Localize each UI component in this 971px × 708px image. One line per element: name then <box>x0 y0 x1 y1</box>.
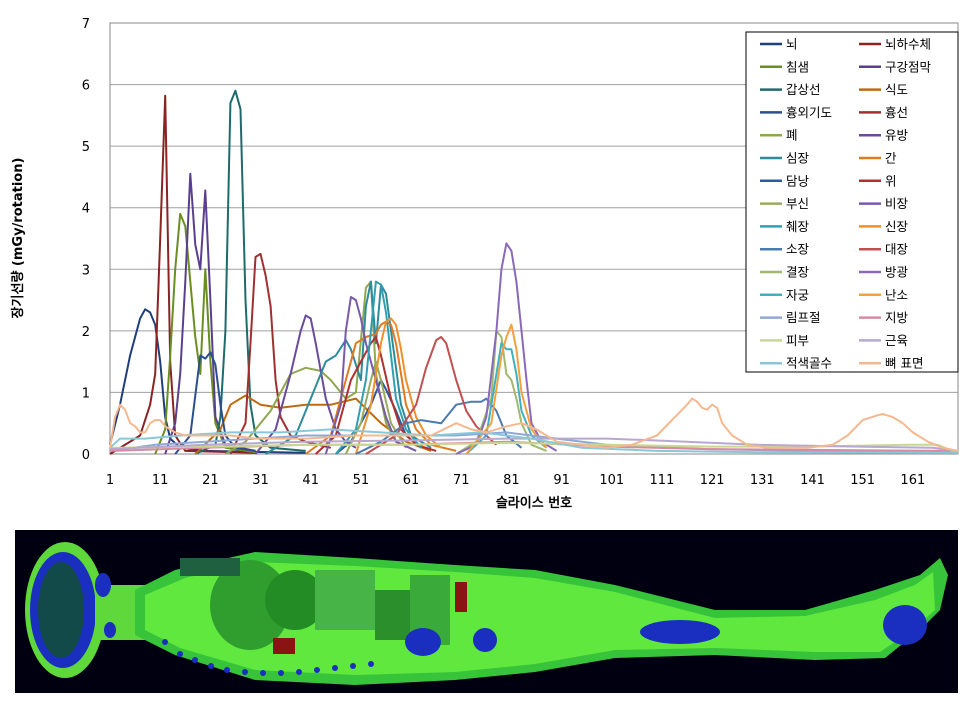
y-tick-label: 6 <box>82 79 90 94</box>
x-tick-label: 31 <box>252 473 269 488</box>
legend-label: 비장 <box>885 196 909 211</box>
x-tick-label: 11 <box>152 473 169 488</box>
legend-label: 대장 <box>885 242 909 257</box>
y-tick-label: 3 <box>82 263 90 278</box>
y-tick-label: 7 <box>82 17 90 32</box>
legend-label: 심장 <box>786 151 810 166</box>
legend-label: 흉선 <box>885 105 908 120</box>
legend-label: 유방 <box>885 128 909 143</box>
y-tick-label: 4 <box>82 202 90 217</box>
y-tick-labels: 0 1 2 3 4 5 6 7 <box>82 17 90 463</box>
x-tick-label: 131 <box>750 473 775 488</box>
legend: 뇌 뇌하수체침샘 구강점막갑상선 식도흉외기도 흉선폐 유방심장 간담낭 위부신 비장췌장 신장소… <box>745 31 959 373</box>
x-tick-label: 71 <box>453 473 470 488</box>
x-tick-label: 1 <box>106 473 114 488</box>
x-tick-labels: 1 11 21 31 41 51 61 71 81 91 101 111 121 131 141 151 161 <box>106 473 925 488</box>
y-tick-label: 2 <box>82 325 90 340</box>
x-tick-label: 101 <box>599 473 624 488</box>
x-tick-label: 111 <box>650 473 675 488</box>
legend-label: 뇌하수체 <box>885 37 931 52</box>
x-tick-label: 91 <box>553 473 570 488</box>
legend-label: 적색골수 <box>786 356 832 371</box>
dose-line-chart: 01234567 1 11 21 31 41 51 61 71 81 91 101 111 121 131… <box>10 17 959 511</box>
x-tick-label: 151 <box>850 473 875 488</box>
legend-label: 소장 <box>786 242 810 257</box>
legend-label: 흉외기도 <box>786 105 832 120</box>
x-tick-label: 121 <box>700 473 725 488</box>
legend-label: 뼈 표면 <box>885 356 923 371</box>
x-tick-label: 51 <box>353 473 370 488</box>
x-tick-label: 21 <box>202 473 219 488</box>
legend-label: 지방 <box>885 310 909 325</box>
x-tick-label: 141 <box>800 473 825 488</box>
legend-label: 식도 <box>885 82 908 97</box>
legend-label: 결장 <box>786 265 810 280</box>
legend-label: 난소 <box>885 287 908 302</box>
legend-label: 간 <box>885 151 897 166</box>
series-line <box>109 94 256 455</box>
legend-label: 부신 <box>786 196 809 211</box>
legend-label: 방광 <box>885 265 909 280</box>
y-axis-label: 장기선량 (mGy/rotation) <box>10 158 26 319</box>
series-line <box>164 172 256 455</box>
legend-label: 자궁 <box>786 287 809 302</box>
legend-label: 근육 <box>885 333 908 348</box>
phantom-body-image <box>15 530 958 693</box>
x-tick-label: 41 <box>302 473 319 488</box>
legend-label: 신장 <box>885 219 909 234</box>
legend-label: 뇌 <box>786 37 798 52</box>
x-tick-label: 61 <box>403 473 420 488</box>
y-tick-label: 1 <box>82 386 90 401</box>
x-tick-label: 161 <box>900 473 925 488</box>
y-tick-label: 5 <box>82 140 90 155</box>
legend-label: 구강점막 <box>885 59 932 74</box>
legend-box <box>745 31 959 373</box>
x-tick-label: 81 <box>503 473 520 488</box>
legend-label: 위 <box>885 173 897 188</box>
legend-label: 담낭 <box>786 173 810 188</box>
x-axis-label: 슬라이스 번호 <box>496 495 572 511</box>
legend-label: 피부 <box>786 333 809 348</box>
y-tick-label: 0 <box>82 448 90 463</box>
legend-label: 갑상선 <box>786 82 821 97</box>
legend-label: 폐 <box>786 128 798 143</box>
legend-label: 침샘 <box>786 59 809 74</box>
legend-label: 췌장 <box>786 219 810 234</box>
legend-label: 림프절 <box>786 310 821 325</box>
